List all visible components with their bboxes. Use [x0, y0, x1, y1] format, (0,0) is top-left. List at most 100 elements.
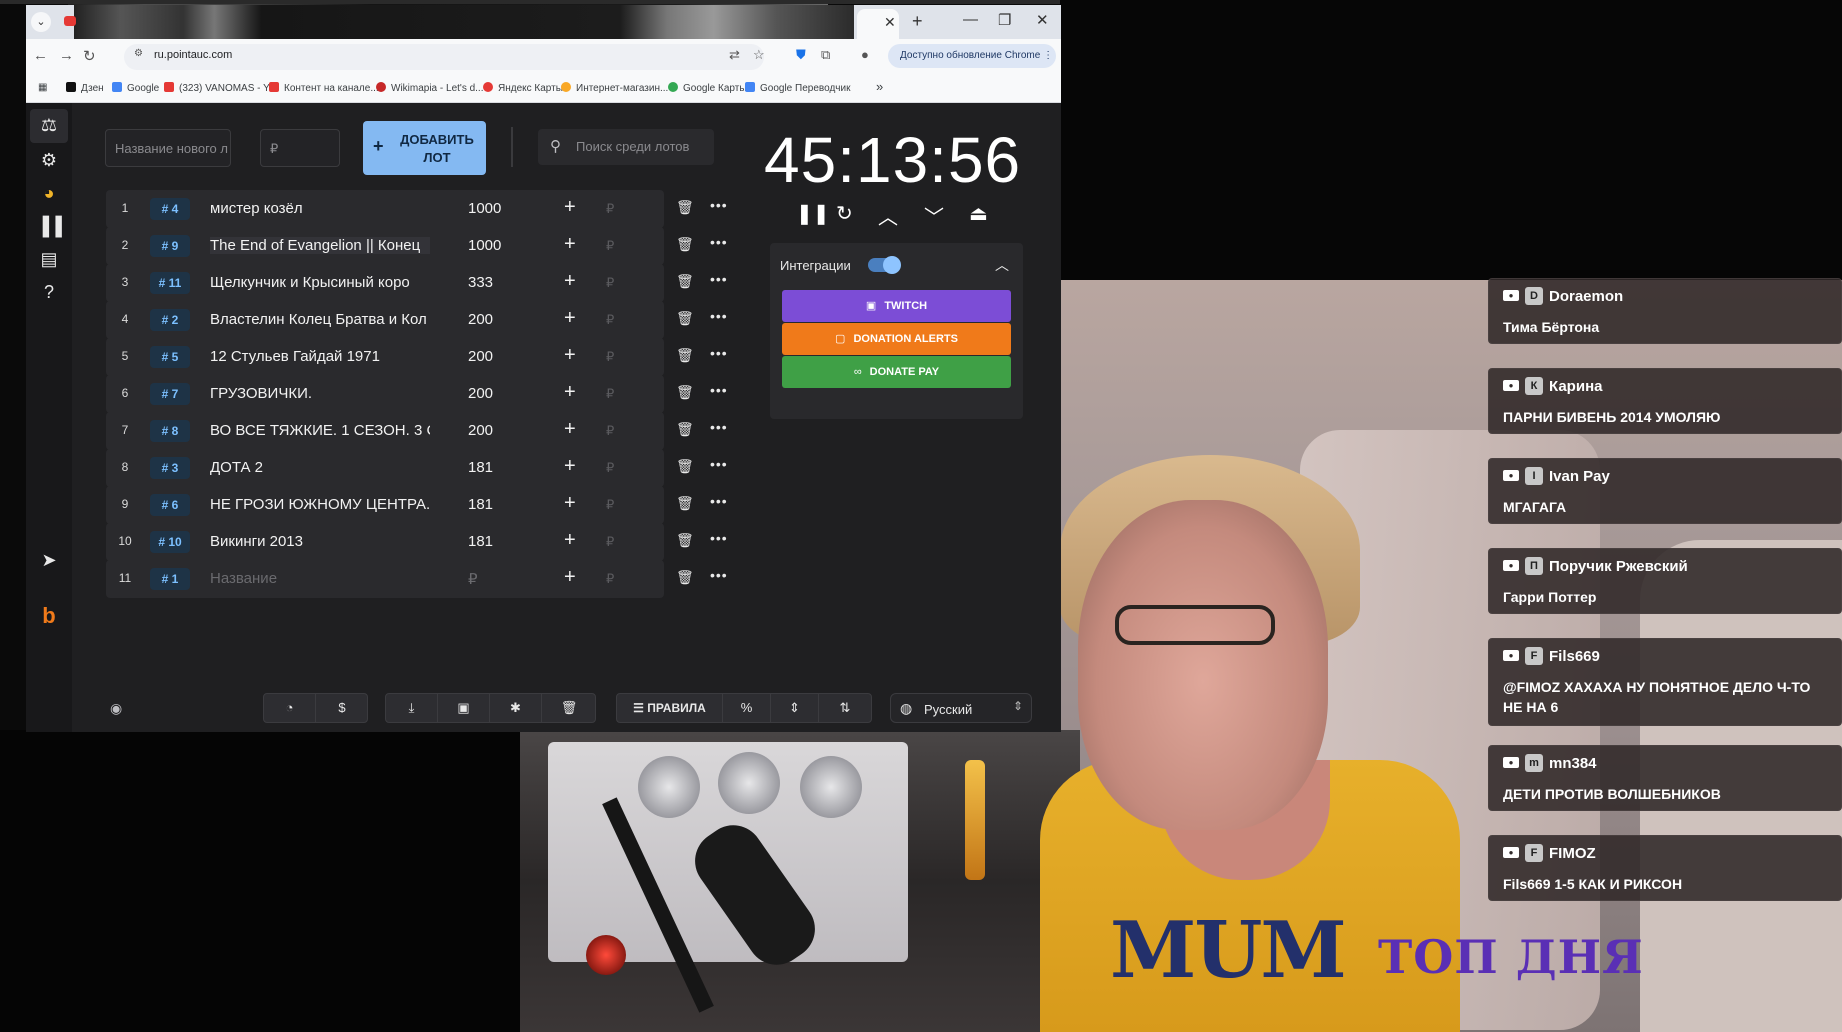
lot-more-menu-icon[interactable]: •••	[710, 345, 728, 361]
reload-icon[interactable]: ↻	[83, 47, 96, 65]
lot-add-amount-input[interactable]: ₽	[606, 386, 614, 402]
new-lot-name-input[interactable]: Название нового л	[105, 129, 231, 167]
lot-name-input[interactable]: Щелкунчик и Крысиный коро	[210, 274, 430, 291]
lot-add-amount-input[interactable]: ₽	[606, 497, 614, 513]
lot-more-menu-icon[interactable]: •••	[710, 197, 728, 213]
maximize-button[interactable]: ❐	[998, 11, 1011, 29]
lot-name-input[interactable]: The End of Evangelion || Конец	[210, 237, 430, 254]
delete-lot-trash-icon[interactable]: 🗑	[676, 458, 694, 475]
add-amount-plus-icon[interactable]: +	[564, 270, 576, 293]
lot-add-amount-input[interactable]: ₽	[606, 423, 614, 439]
lot-id-tag[interactable]: # 7	[150, 383, 190, 405]
bookmark-dzen[interactable]: Дзен	[66, 82, 104, 94]
lot-id-tag[interactable]: # 8	[150, 420, 190, 442]
bookmark-youtube-content[interactable]: Контент на канале...	[269, 82, 379, 94]
bookmark-star-icon[interactable]: ☆	[753, 47, 765, 63]
lot-add-amount-input[interactable]: ₽	[606, 534, 614, 550]
lot-row[interactable]: 10 # 10 Викинги 2013 181 + ₽ 🗑 •••	[106, 523, 727, 561]
url-text[interactable]: ru.pointauc.com	[154, 49, 232, 61]
sidebar-item-auction-gavel-icon[interactable]: ⚖	[26, 115, 72, 136]
tab-search-chevron-icon[interactable]: ⌄	[31, 12, 51, 32]
delete-lot-trash-icon[interactable]: 🗑	[676, 495, 694, 512]
delete-all-icon[interactable]: 🗑	[542, 694, 596, 722]
bug-icon[interactable]: ✱	[490, 694, 542, 722]
new-tab-button[interactable]: +	[912, 11, 923, 32]
lot-amount[interactable]: 200	[468, 385, 493, 402]
lot-amount[interactable]: 181	[468, 533, 493, 550]
lot-row[interactable]: 2 # 9 The End of Evangelion || Конец 1000 + ₽…	[106, 227, 727, 265]
extensions-icon[interactable]: ⧉	[821, 47, 830, 63]
bookmark-youtube[interactable]: (323) VANOMAS - Y...	[164, 82, 277, 94]
collapse-chevron-icon[interactable]: ︿	[995, 255, 1009, 275]
delete-lot-trash-icon[interactable]: 🗑	[676, 199, 694, 216]
donation-alerts-button[interactable]: ▢ DONATION ALERTS	[782, 323, 1011, 355]
add-amount-plus-icon[interactable]: +	[564, 418, 576, 441]
minimize-button[interactable]: —	[963, 11, 978, 28]
sidebar-item-settings-gear-icon[interactable]: ⚙	[26, 150, 72, 171]
bookmark-google[interactable]: Google	[112, 82, 159, 94]
lot-name-input[interactable]: НЕ ГРОЗИ ЮЖНОМУ ЦЕНТРА.	[210, 496, 430, 513]
app-logo-icon[interactable]: b	[26, 603, 72, 629]
lot-more-menu-icon[interactable]: •••	[710, 567, 728, 583]
lot-id-tag[interactable]: # 1	[150, 568, 190, 590]
apps-grid-icon[interactable]: ▦	[38, 82, 47, 93]
add-amount-plus-icon[interactable]: +	[564, 566, 576, 589]
lot-row[interactable]: 3 # 11 Щелкунчик и Крысиный коро 333 + ₽ 🗑 •••	[106, 264, 727, 302]
donate-pay-button[interactable]: ∞ DONATE PAY	[782, 356, 1011, 388]
add-amount-plus-icon[interactable]: +	[564, 307, 576, 330]
sidebar-item-wheel-icon[interactable]: ◕	[26, 183, 72, 204]
add-amount-plus-icon[interactable]: +	[564, 529, 576, 552]
lot-row[interactable]: 7 # 8 ВО ВСЕ ТЯЖКИЕ. 1 СЕЗОН. 3 С 200 + ₽ 🗑 •••	[106, 412, 727, 450]
chrome-update-button[interactable]: Доступно обновление Chrome ⋮	[888, 44, 1056, 68]
pause-icon[interactable]: ❚❚	[796, 201, 830, 226]
lot-amount[interactable]: 1000	[468, 200, 501, 217]
sort-icon[interactable]: ⇅	[819, 694, 871, 722]
lot-id-tag[interactable]: # 6	[150, 494, 190, 516]
delete-lot-trash-icon[interactable]: 🗑	[676, 236, 694, 253]
lot-row[interactable]: 1 # 4 мистер козёл 1000 + ₽ 🗑 •••	[106, 190, 727, 228]
youtube-tab-icon[interactable]	[64, 16, 76, 26]
lot-more-menu-icon[interactable]: •••	[710, 493, 728, 509]
timer-up-icon[interactable]: ︿	[878, 201, 898, 230]
lot-name-input[interactable]: ГРУЗОВИЧКИ.	[210, 385, 430, 402]
timer-down-icon[interactable]: ﹀	[924, 201, 944, 230]
lot-id-tag[interactable]: # 2	[150, 309, 190, 331]
timer-max-icon[interactable]: ⏏	[969, 201, 988, 226]
lot-more-menu-icon[interactable]: •••	[710, 308, 728, 324]
delete-lot-trash-icon[interactable]: 🗑	[676, 532, 694, 549]
lot-add-amount-input[interactable]: ₽	[606, 571, 614, 587]
twitch-button[interactable]: ▣ TWITCH	[782, 290, 1011, 322]
lot-more-menu-icon[interactable]: •••	[710, 530, 728, 546]
save-icon[interactable]: ▣	[438, 694, 490, 722]
split-icon[interactable]: ⇕	[771, 694, 819, 722]
lot-more-menu-icon[interactable]: •••	[710, 234, 728, 250]
lot-amount[interactable]: 333	[468, 274, 493, 291]
lot-more-menu-icon[interactable]: •••	[710, 382, 728, 398]
add-amount-plus-icon[interactable]: +	[564, 492, 576, 515]
lot-amount[interactable]: 200	[468, 311, 493, 328]
lot-more-menu-icon[interactable]: •••	[710, 271, 728, 287]
lot-name-input[interactable]: ВО ВСЕ ТЯЖКИЕ. 1 СЕЗОН. 3 С	[210, 422, 430, 439]
download-icon[interactable]: ⤓	[386, 694, 438, 722]
add-amount-plus-icon[interactable]: +	[564, 381, 576, 404]
more-bookmarks-icon[interactable]: »	[876, 79, 883, 94]
lot-id-tag[interactable]: # 9	[150, 235, 190, 257]
profile-avatar[interactable]: ●	[861, 47, 869, 62]
forward-icon[interactable]: →	[59, 47, 74, 64]
bookmark-yandex-maps[interactable]: Яндекс Карты	[483, 82, 563, 94]
lot-more-menu-icon[interactable]: •••	[710, 456, 728, 472]
lot-name-input[interactable]: Властелин Колец Братва и Кол	[210, 311, 430, 328]
lot-more-menu-icon[interactable]: •••	[710, 419, 728, 435]
bookmark-google-maps[interactable]: Google Карты	[668, 82, 747, 94]
lot-amount[interactable]: 181	[468, 459, 493, 476]
lot-add-amount-input[interactable]: ₽	[606, 349, 614, 365]
lot-row[interactable]: 4 # 2 Властелин Колец Братва и Кол 200 + ₽ 🗑 ••…	[106, 301, 727, 339]
lot-name-input[interactable]: 12 Стульев Гайдай 1971	[210, 348, 430, 365]
percent-button[interactable]: %	[723, 694, 771, 722]
lot-add-amount-input[interactable]: ₽	[606, 275, 614, 291]
sidebar-item-telegram-icon[interactable]: ➤	[26, 550, 72, 571]
bookmark-google-translate[interactable]: Google Переводчик	[745, 82, 850, 94]
lot-search-input[interactable]: ⚲ Поиск среди лотов	[538, 129, 714, 165]
bookmark-store[interactable]: Интернет-магазин...	[561, 82, 668, 94]
sidebar-item-stats-chart-icon[interactable]: ▐▐	[26, 216, 72, 237]
